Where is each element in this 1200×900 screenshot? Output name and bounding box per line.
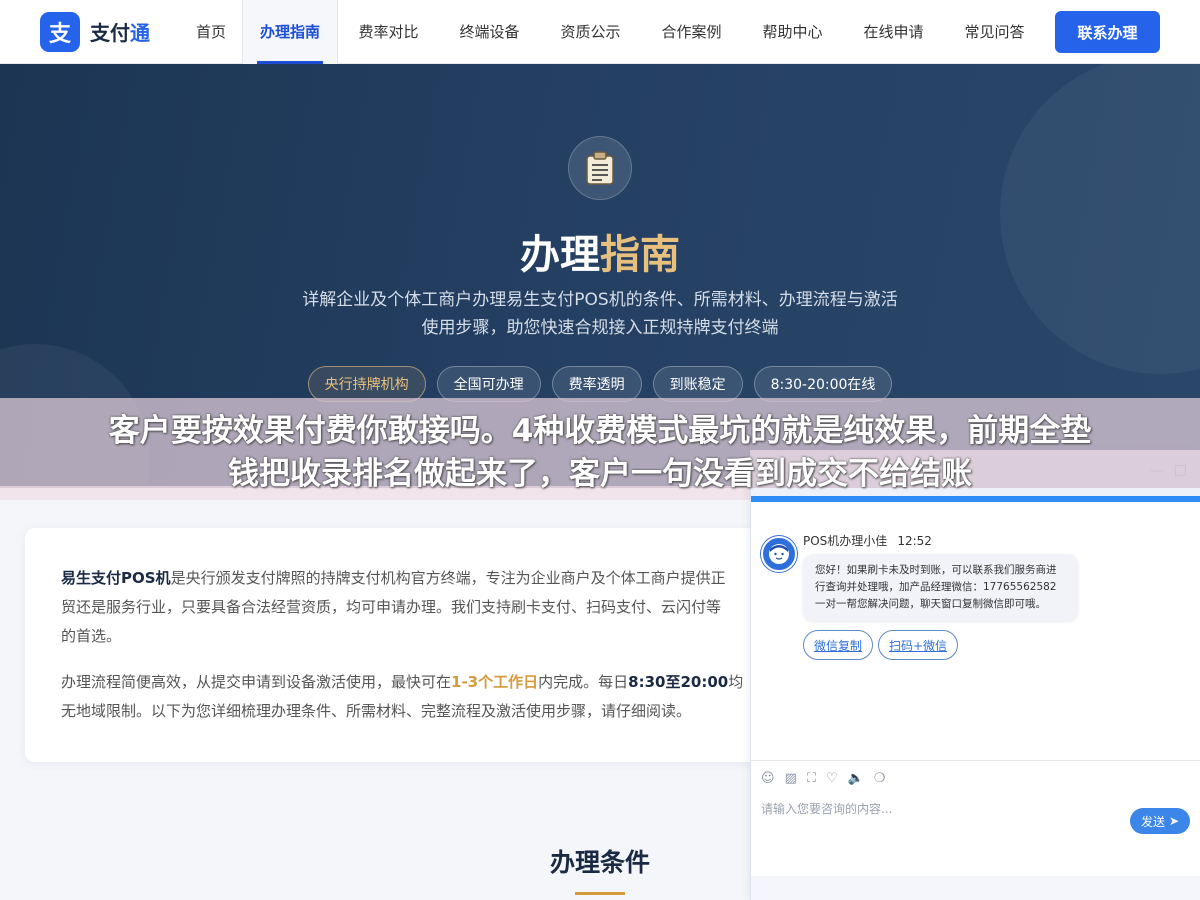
intro-paragraph-2: 办理流程简便高效，从提交申请到设备激活使用，最快可在1-3个工作日内完成。每日8… — [61, 673, 744, 720]
rating-icon[interactable]: ♡ — [826, 771, 838, 786]
page-subtitle: 详解企业及个体工商户办理易生支付POS机的条件、所需材料、办理流程与激活 使用步… — [302, 290, 898, 338]
message-time: 12:52 — [897, 534, 932, 548]
chat-toolbar: ☺ ▨ ⛶ ♡ 🔈 ❍ — [751, 760, 1200, 796]
overlay-caption: 客户要按效果付费你敢接吗。4种收费模式最坑的就是纯效果，前期全垫 钱把收录排名做… — [0, 398, 1200, 492]
emoji-icon[interactable]: ☺ — [761, 771, 775, 786]
clipboard-icon — [568, 136, 632, 200]
chat-widget: — POS机办理小佳12:52 您好！如果刷卡未及时到账，可以联系我们服务商进行… — [750, 450, 1200, 900]
image-icon[interactable]: ▨ — [785, 771, 797, 786]
nav-item[interactable]: 常见问答 — [944, 0, 1045, 64]
feature-tag: 央行持牌机构 — [307, 366, 426, 402]
send-icon: ➤ — [1168, 814, 1180, 828]
section-underline — [575, 892, 625, 895]
chat-input[interactable]: 请输入您要咨询的内容... — [761, 800, 892, 817]
nav-item[interactable]: 帮助中心 — [742, 0, 843, 64]
agent-meta: POS机办理小佳 12:52 — [803, 532, 932, 549]
intro-paragraph-1: 易生支付POS机是央行颁发支付牌照的持牌支付机构官方终端，专注为企业商户及个体工… — [61, 569, 726, 645]
nav-item[interactable]: 终端设备 — [439, 0, 540, 64]
contact-button[interactable]: 联系办理 — [1055, 11, 1160, 53]
logo-mark: 支 — [40, 11, 80, 52]
chat-footer — [751, 876, 1200, 900]
screenshot-icon[interactable]: ⛶ — [807, 771, 816, 786]
nav-item[interactable]: 费率对比 — [338, 0, 439, 64]
agent-avatar — [761, 536, 797, 572]
main-menu: 首页 办理指南 费率对比 终端设备 资质公示 合作案例 帮助中心 在线申请 常见问答 — [180, 0, 1045, 64]
send-button[interactable]: 发送 ➤ — [1130, 808, 1190, 834]
feature-tag: 全国可办理 — [436, 366, 541, 402]
decor-circle — [1000, 64, 1200, 374]
site-logo[interactable]: 支 支付通 — [40, 11, 180, 52]
chat-bubble-icon[interactable]: ❍ — [874, 771, 886, 786]
intro-card: 易生支付POS机是央行颁发支付牌照的持牌支付机构官方终端，专注为企业商户及个体工… — [25, 528, 785, 762]
nav-item[interactable]: 合作案例 — [641, 0, 742, 64]
feature-tag: 8:30-20:00在线 — [753, 366, 893, 402]
chat-header-bar — [751, 496, 1200, 502]
agent-message-bubble: 您好！如果刷卡未及时到账，可以联系我们服务商进行查询并处理哦，加产品经理微信：1… — [803, 554, 1078, 621]
logo-text: 支付通 — [90, 21, 150, 45]
feature-tags: 央行持牌机构 全国可办理 费率透明 到账稳定 8:30-20:00在线 — [0, 366, 1200, 402]
voice-icon[interactable]: 🔈 — [848, 771, 864, 786]
page-title: 办理指南 — [520, 232, 680, 278]
quick-reply-copy-wechat[interactable]: 微信复制 — [803, 630, 874, 660]
agent-name: POS机办理小佳 — [803, 534, 888, 548]
nav-item[interactable]: 资质公示 — [540, 0, 641, 64]
nav-item[interactable]: 办理指南 — [242, 0, 338, 64]
feature-tag: 费率透明 — [551, 366, 642, 402]
top-navbar: 支 支付通 首页 办理指南 费率对比 终端设备 资质公示 合作案例 帮助中心 在线申请 常见问答… — [0, 0, 1200, 64]
nav-item[interactable]: 首页 — [180, 0, 242, 64]
feature-tag: 到账稳定 — [652, 366, 743, 402]
quick-reply-scan-wechat[interactable]: 扫码+微信 — [878, 630, 959, 660]
nav-item[interactable]: 在线申请 — [843, 0, 944, 64]
